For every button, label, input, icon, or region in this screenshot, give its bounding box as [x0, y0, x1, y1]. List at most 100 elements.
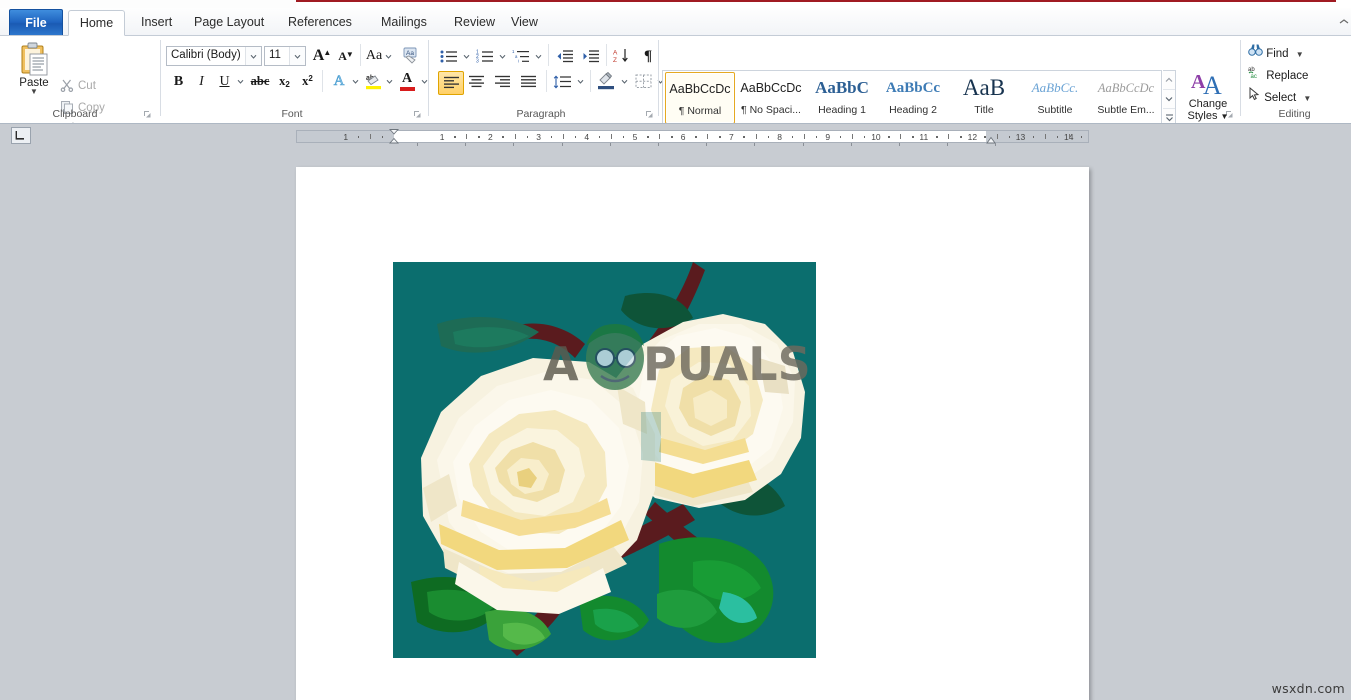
tab-mailings[interactable]: Mailings — [370, 10, 438, 36]
ruler-minor-tick — [888, 136, 890, 138]
style-item-subtitle[interactable]: AaBbCc. Subtitle — [1020, 72, 1090, 124]
tab-references[interactable]: References — [277, 10, 363, 36]
change-styles-button[interactable]: A A Change Styles ▼ — [1182, 68, 1234, 126]
tab-review[interactable]: Review — [443, 10, 506, 36]
underline-dropdown-arrow[interactable] — [234, 72, 246, 91]
tab-home[interactable]: Home — [68, 10, 125, 36]
font-size-combo[interactable]: 11 — [264, 46, 306, 66]
line-spacing-button[interactable] — [550, 71, 574, 93]
style-item-heading-1[interactable]: AaBbC Heading 1 — [807, 72, 877, 124]
tab-insert[interactable]: Insert — [130, 10, 183, 36]
numbering-dropdown-arrow[interactable] — [496, 47, 508, 65]
font-name-value: Calibri (Body) — [171, 49, 241, 61]
clear-formatting-button[interactable]: Aa — [400, 45, 422, 66]
font-color-button[interactable]: A — [396, 70, 418, 92]
para-separator-c — [546, 70, 547, 92]
right-indent-marker[interactable] — [986, 133, 996, 144]
select-button[interactable]: Select ▼ — [1248, 86, 1311, 108]
style-item-heading-2[interactable]: AaBbCc Heading 2 — [878, 72, 948, 124]
multilevel-list-button[interactable]: 1ai — [510, 46, 532, 66]
replace-button[interactable]: ab ac Replace — [1248, 65, 1308, 86]
shrink-font-button[interactable]: A ▼ — [335, 46, 357, 67]
paste-dropdown-arrow[interactable]: ▼ — [12, 88, 56, 96]
styles-scroll-down-button[interactable] — [1163, 90, 1175, 109]
justify-button[interactable] — [516, 71, 540, 93]
shading-dropdown-arrow[interactable] — [618, 72, 630, 91]
document-page[interactable]: A PUALS — [296, 167, 1089, 700]
tab-stop-selector[interactable] — [11, 127, 31, 144]
align-center-button[interactable] — [464, 71, 488, 93]
first-line-indent-marker[interactable] — [388, 129, 400, 144]
style-item-subtle-emphasis[interactable]: AaBbCcDc Subtle Em... — [1091, 72, 1161, 124]
svg-text:PUALS: PUALS — [643, 337, 811, 391]
increase-indent-button[interactable] — [580, 46, 602, 66]
ruler-tick-label: 2 — [488, 132, 493, 142]
font-separator-a — [360, 44, 361, 66]
subscript-button[interactable]: x2 — [274, 71, 295, 92]
ruler-tick-label: 13 — [1015, 132, 1026, 142]
clipboard-dialog-launcher[interactable] — [143, 110, 152, 119]
cut-button[interactable]: Cut — [60, 76, 96, 96]
font-name-combo[interactable]: Calibri (Body) — [166, 46, 262, 66]
underline-button[interactable]: U — [214, 71, 235, 92]
shading-button[interactable] — [594, 70, 618, 92]
select-dropdown-arrow[interactable]: ▼ — [1303, 94, 1311, 103]
ruler-half-tick — [466, 134, 468, 139]
ruler-half-tick — [1068, 134, 1070, 139]
ruler-minor-tick — [454, 136, 456, 138]
find-button[interactable]: Find ▼ — [1248, 43, 1304, 64]
ruler-tick-label: 8 — [777, 132, 782, 142]
find-label: Find — [1266, 48, 1289, 60]
paste-button[interactable]: Paste ▼ — [12, 39, 56, 107]
para-separator-d — [590, 70, 591, 92]
line-spacing-dropdown-arrow[interactable] — [574, 72, 586, 91]
style-name: Subtle Em... — [1097, 104, 1155, 116]
paragraph-dialog-launcher[interactable] — [645, 110, 654, 119]
italic-button[interactable]: I — [191, 71, 212, 92]
show-formatting-marks-button[interactable]: ¶ — [638, 46, 658, 66]
tab-page-layout[interactable]: Page Layout — [183, 10, 275, 36]
bullets-dropdown-arrow[interactable] — [460, 47, 472, 65]
ruler-minor-tick — [1008, 136, 1011, 138]
font-name-dropdown-arrow[interactable] — [245, 47, 261, 65]
borders-button[interactable] — [632, 71, 654, 92]
text-highlight-color-button[interactable]: ab — [362, 70, 384, 92]
tab-file[interactable]: File — [9, 9, 63, 36]
ruler-minor-tick — [357, 136, 360, 138]
group-separator-4 — [1240, 40, 1241, 116]
font-size-dropdown-arrow[interactable] — [289, 47, 305, 65]
source-watermark: wsxdn.com — [1271, 681, 1345, 696]
numbering-button[interactable]: 123 — [474, 46, 496, 66]
horizontal-ruler[interactable]: 11234567891011121314 — [296, 130, 1089, 143]
roses-clipart: A PUALS — [393, 262, 816, 658]
ribbon-tab-bar: File Home Insert Page Layout References … — [0, 8, 1351, 36]
strikethrough-button[interactable]: abc — [248, 71, 272, 92]
style-item-title[interactable]: AaB Title — [949, 72, 1019, 124]
style-item-normal[interactable]: AaBbCcDc ¶ Normal — [665, 72, 735, 124]
decrease-indent-button[interactable] — [554, 46, 576, 66]
change-case-button[interactable]: Aa — [364, 46, 394, 66]
ribbon-group-editing: Find ▼ ab ac Replace Select ▼ Editing — [1242, 36, 1351, 122]
sort-button[interactable]: A Z — [610, 46, 634, 66]
inserted-picture[interactable]: A PUALS — [393, 262, 816, 658]
document-workspace[interactable]: A PUALS — [0, 146, 1351, 700]
tab-view[interactable]: View — [500, 10, 549, 36]
minimize-ribbon-button[interactable] — [1338, 16, 1350, 28]
text-effects-button[interactable]: A — [328, 71, 350, 92]
grow-font-button[interactable]: A ▲ — [311, 45, 333, 66]
align-left-button[interactable] — [438, 71, 464, 95]
styles-scroll-up-button[interactable] — [1163, 71, 1175, 90]
text-effects-dropdown-arrow[interactable] — [349, 72, 361, 91]
align-right-button[interactable] — [490, 71, 514, 93]
ruler-minor-tick — [1080, 136, 1083, 138]
highlight-dropdown-arrow[interactable] — [383, 72, 395, 91]
superscript-button[interactable]: x2 — [297, 71, 318, 92]
ruler-minor-tick — [743, 136, 745, 138]
bold-button[interactable]: B — [168, 71, 189, 92]
bullets-button[interactable] — [438, 46, 460, 66]
ruler-tick-label: 1 — [439, 132, 445, 142]
multilevel-dropdown-arrow[interactable] — [532, 47, 544, 65]
find-dropdown-arrow[interactable]: ▼ — [1296, 50, 1304, 59]
font-dialog-launcher[interactable] — [413, 110, 422, 119]
style-item-no-spacing[interactable]: AaBbCcDc ¶ No Spaci... — [736, 72, 806, 124]
